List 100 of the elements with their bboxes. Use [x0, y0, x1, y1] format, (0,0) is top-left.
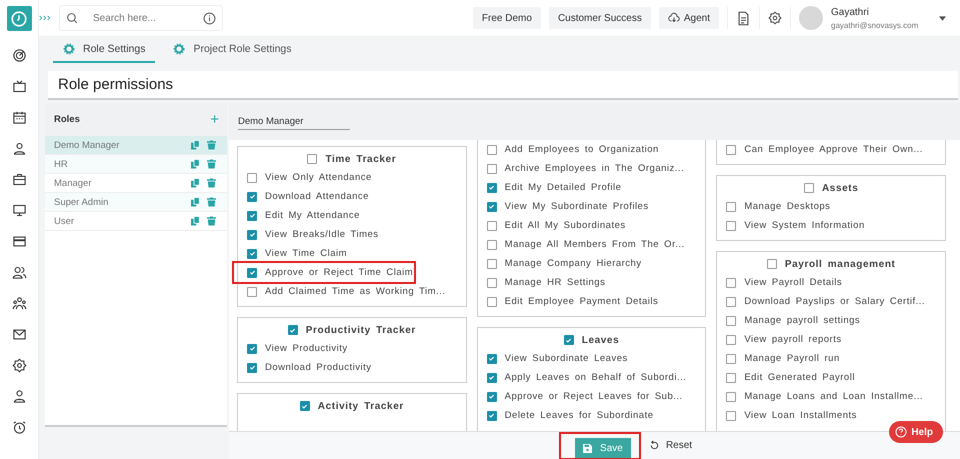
checkbox[interactable]: [766, 259, 777, 269]
gear-icon: [173, 43, 186, 55]
checkbox[interactable]: [486, 182, 497, 192]
checkbox[interactable]: [247, 230, 257, 240]
alarm-icon[interactable]: [12, 420, 26, 435]
permission-label: Edit My Detailed Profile: [504, 182, 622, 193]
checkbox[interactable]: [247, 286, 257, 296]
page-title: Role permissions: [48, 71, 958, 100]
checkbox[interactable]: [247, 248, 257, 258]
checkbox[interactable]: [486, 164, 497, 174]
checkbox[interactable]: [726, 316, 736, 326]
group-icon[interactable]: [12, 296, 26, 311]
checkbox[interactable]: [486, 220, 497, 230]
checkbox[interactable]: [726, 410, 736, 420]
checkbox[interactable]: [247, 362, 257, 372]
role-item[interactable]: HR: [45, 155, 227, 174]
checkbox[interactable]: [726, 354, 736, 364]
monitor-icon[interactable]: [12, 203, 26, 218]
trash-icon[interactable]: [207, 140, 216, 150]
checkbox[interactable]: [726, 202, 736, 212]
role-item[interactable]: User: [45, 212, 227, 231]
trash-icon[interactable]: [207, 178, 216, 188]
checkbox[interactable]: [247, 172, 257, 182]
tab[interactable]: Role Settings: [53, 37, 156, 63]
search-input[interactable]: Search here...: [85, 12, 197, 24]
checkbox[interactable]: [486, 240, 497, 250]
checkbox[interactable]: [726, 372, 736, 382]
trash-icon[interactable]: [207, 159, 216, 169]
roles-title: Roles: [54, 114, 80, 125]
search-field[interactable]: Search here...: [59, 5, 223, 31]
mail-icon[interactable]: [12, 327, 26, 342]
checkbox[interactable]: [288, 325, 298, 335]
agent-button[interactable]: Agent: [658, 7, 719, 29]
permission-label: Manage Company Hierarchy: [504, 258, 642, 269]
checkmark-icon: [248, 212, 256, 219]
document-icon[interactable]: [736, 10, 751, 26]
permission-label: View payroll reports: [744, 334, 842, 345]
checkbox[interactable]: [307, 154, 318, 164]
checkbox[interactable]: [804, 183, 814, 193]
help-button[interactable]: Help: [889, 421, 943, 443]
target-icon[interactable]: [12, 48, 26, 63]
trash-icon[interactable]: [207, 197, 216, 207]
person-icon[interactable]: [12, 141, 26, 156]
checkbox[interactable]: [486, 258, 497, 268]
permission-label: Manage All Members From The Or...: [504, 239, 685, 250]
checkbox[interactable]: [486, 144, 497, 154]
expand-chevrons-icon[interactable]: [39, 15, 51, 21]
role-item[interactable]: Super Admin: [45, 193, 227, 212]
briefcase-icon[interactable]: [12, 172, 26, 187]
calendar-icon[interactable]: [12, 110, 26, 125]
card-icon[interactable]: [12, 234, 26, 249]
checkbox[interactable]: [486, 296, 497, 306]
save-button[interactable]: Save: [574, 438, 631, 458]
permission-label: View Payroll Details: [744, 277, 842, 288]
checkbox[interactable]: [726, 144, 736, 154]
role-name-field[interactable]: Demo Manager: [238, 114, 350, 130]
checkmark-icon: [248, 269, 256, 276]
checkbox[interactable]: [726, 296, 736, 306]
checkbox[interactable]: [486, 354, 497, 364]
checkmark-icon: [488, 203, 496, 210]
checkbox[interactable]: [247, 192, 257, 202]
caret-icon[interactable]: [939, 16, 946, 20]
clock-logo-icon[interactable]: [6, 6, 32, 31]
people-icon[interactable]: [12, 265, 26, 280]
checkbox[interactable]: [486, 202, 497, 212]
reset-button[interactable]: Reset: [642, 439, 698, 452]
checkbox[interactable]: [300, 401, 310, 411]
role-item[interactable]: Demo Manager: [45, 136, 227, 155]
checkmark-icon: [248, 231, 256, 238]
permission-label: View System Information: [744, 220, 865, 231]
checkbox[interactable]: [726, 392, 736, 402]
checkmark-icon: [248, 193, 256, 200]
permission-label: Delete Leaves for Subordinate: [504, 410, 654, 421]
checkbox[interactable]: [486, 278, 497, 288]
checkbox[interactable]: [726, 278, 736, 288]
header-button[interactable]: Customer Success: [548, 7, 651, 29]
checkbox[interactable]: [486, 372, 497, 382]
info-icon[interactable]: [203, 12, 216, 24]
header-button[interactable]: Free Demo: [472, 7, 541, 29]
settings-icon[interactable]: [768, 11, 782, 25]
tv-icon[interactable]: [12, 79, 26, 94]
permission-label: View Time Claim: [265, 248, 348, 259]
cloud-icon: [668, 12, 680, 24]
user-email: gayathri@snovasys.com: [831, 20, 920, 30]
checkbox[interactable]: [486, 410, 497, 420]
checkmark-icon: [248, 364, 256, 371]
gear-icon[interactable]: [12, 358, 26, 373]
checkbox[interactable]: [726, 334, 736, 344]
checkbox[interactable]: [247, 210, 257, 220]
permission-label: Manage HR Settings: [504, 277, 606, 288]
checkbox[interactable]: [247, 344, 257, 354]
checkbox[interactable]: [726, 220, 736, 230]
trash-icon[interactable]: [207, 216, 216, 226]
checkbox[interactable]: [247, 268, 257, 278]
checkmark-icon: [488, 355, 496, 362]
tab[interactable]: Project Role Settings: [163, 37, 302, 63]
badge-icon[interactable]: [12, 389, 26, 404]
add-role-button[interactable]: +: [210, 112, 219, 127]
checkbox[interactable]: [486, 392, 497, 402]
checkbox[interactable]: [564, 335, 574, 345]
